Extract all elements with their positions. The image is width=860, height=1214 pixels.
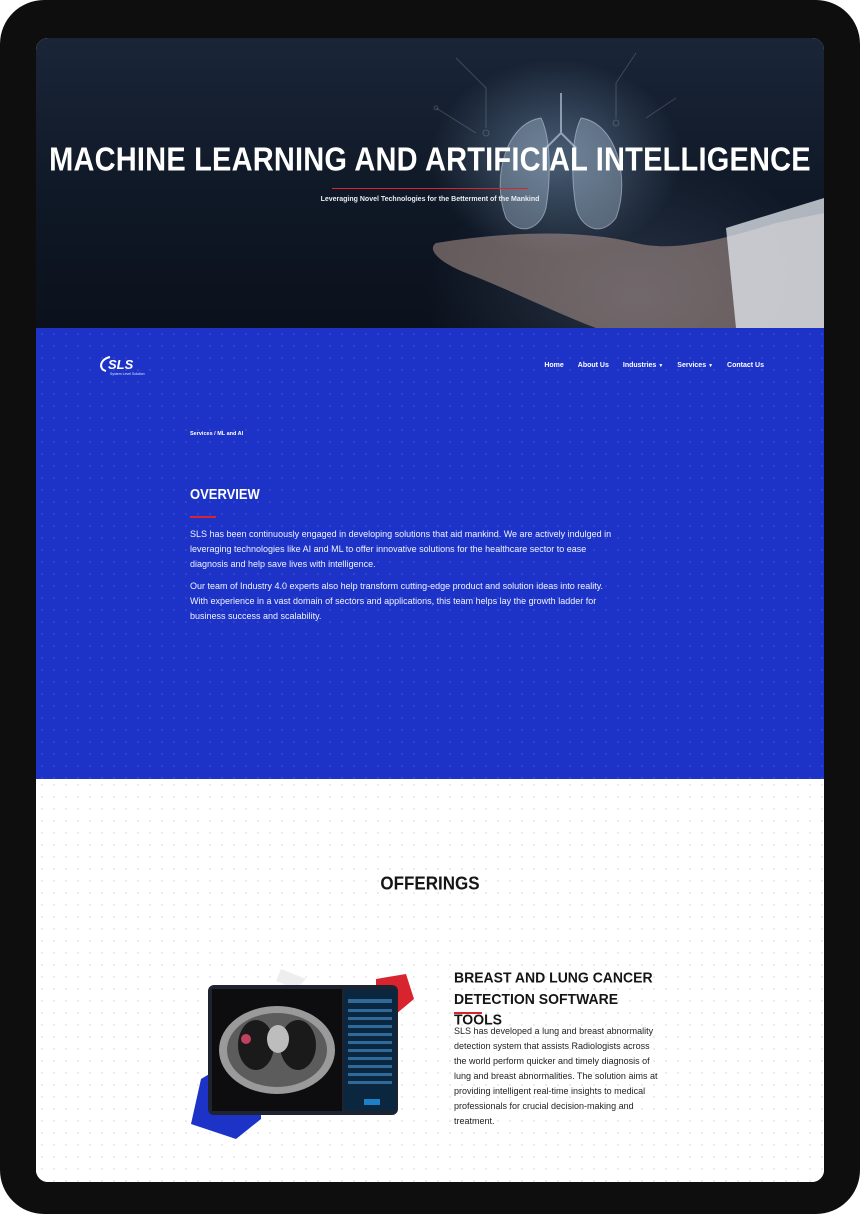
nav-about-us-label: About Us	[577, 362, 609, 369]
offering-divider	[454, 1012, 482, 1014]
logo-text: SLS	[108, 357, 134, 372]
hero-title: MACHINE LEARNING AND ARTIFICIAL INTELLIG…	[49, 141, 811, 179]
nav-home[interactable]: Home	[544, 362, 563, 369]
tablet-frame: MACHINE LEARNING AND ARTIFICIAL INTELLIG…	[0, 0, 860, 1214]
offering-description: SLS has developed a lung and breast abno…	[454, 1026, 658, 1126]
overview-section: SLS System Level Solution Home About Us …	[36, 328, 824, 779]
offerings-title: OFFERINGS	[380, 873, 480, 894]
breadcrumb[interactable]: Services / ML and AI	[190, 431, 243, 437]
nav-industries-label: Industries	[622, 362, 657, 369]
chevron-down-icon: ▼	[658, 362, 664, 369]
overview-paragraph-2: Our team of Industry 4.0 experts also he…	[190, 581, 604, 621]
ct-scan-software-image	[186, 969, 416, 1149]
nav-home-label: Home	[544, 362, 564, 369]
nav-contact-us[interactable]: Contact Us	[727, 362, 764, 369]
nav-services-label: Services	[677, 362, 707, 369]
hero-banner: MACHINE LEARNING AND ARTIFICIAL INTELLIG…	[36, 38, 824, 328]
overview-divider	[190, 516, 216, 518]
logo-tagline: System Level Solution	[110, 372, 145, 376]
ct-scan-illustration	[191, 969, 414, 1139]
nav-industries[interactable]: Industries ▼	[623, 362, 663, 369]
main-nav: Home About Us Industries ▼ Services ▼ Co…	[544, 362, 764, 369]
sls-logo[interactable]: SLS System Level Solution	[96, 353, 156, 379]
offering-title: BREAST AND LUNG CANCER DETECTION SOFTWAR…	[454, 969, 653, 1028]
overview-title: OVERVIEW	[190, 486, 260, 503]
hero-divider	[332, 188, 528, 189]
offerings-section: OFFERINGS BREAST AND LUNG CANCER DETECTI…	[36, 779, 824, 1182]
hero-subtitle: Leveraging Novel Technologies for the Be…	[320, 196, 540, 203]
nav-about-us[interactable]: About Us	[578, 362, 609, 369]
tablet-screen: MACHINE LEARNING AND ARTIFICIAL INTELLIG…	[36, 38, 824, 1182]
overview-paragraph-1: SLS has been continuously engaged in dev…	[190, 529, 612, 569]
hero-illustration	[432, 52, 824, 328]
nav-services[interactable]: Services ▼	[677, 362, 713, 369]
chevron-down-icon: ▼	[708, 362, 714, 369]
nav-contact-us-label: Contact Us	[727, 362, 764, 369]
